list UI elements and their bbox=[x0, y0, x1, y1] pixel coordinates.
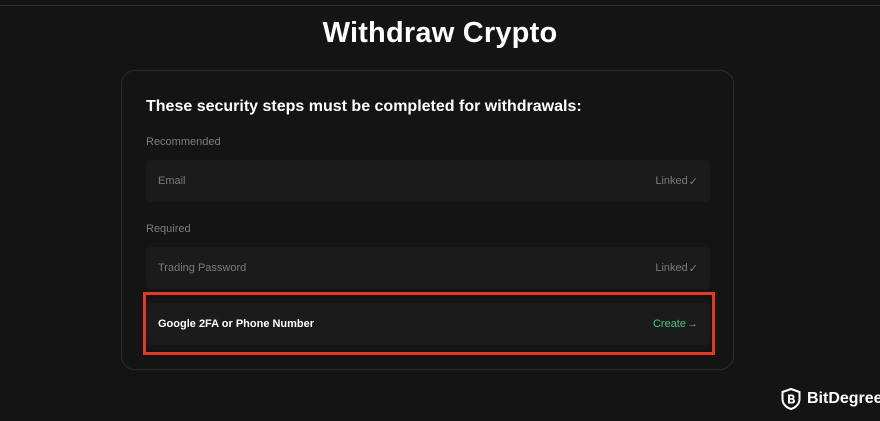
create-link-text: Create bbox=[652, 318, 686, 330]
top-divider bbox=[0, 5, 880, 6]
section-label-required: Required bbox=[146, 223, 191, 235]
check-icon: ✓ bbox=[688, 175, 698, 188]
linked-status: Linked ✓ bbox=[655, 262, 698, 275]
check-icon: ✓ bbox=[688, 262, 698, 275]
create-link[interactable]: Create → bbox=[653, 318, 698, 330]
bitdegree-watermark: BitDegree bbox=[781, 388, 880, 410]
security-steps-heading: These security steps must be completed f… bbox=[146, 98, 582, 115]
security-row-2fa-phone[interactable]: Google 2FA or Phone Number Create → bbox=[146, 303, 710, 345]
status-text: Linked bbox=[655, 262, 688, 274]
security-row-label: Trading Password bbox=[158, 262, 247, 274]
security-steps-card: These security steps must be completed f… bbox=[121, 70, 734, 370]
security-row-label: Google 2FA or Phone Number bbox=[158, 318, 315, 330]
section-label-recommended: Recommended bbox=[146, 136, 221, 148]
status-text: Linked bbox=[655, 175, 688, 187]
page-title: Withdraw Crypto bbox=[322, 17, 558, 49]
watermark-brand-text: BitDegree bbox=[807, 390, 880, 407]
security-row-label: Email bbox=[158, 175, 186, 187]
security-row-trading-password: Trading Password Linked ✓ bbox=[146, 247, 710, 289]
bitdegree-shield-icon bbox=[781, 388, 801, 410]
arrow-right-icon: → bbox=[687, 318, 698, 330]
security-row-email: Email Linked ✓ bbox=[146, 160, 710, 202]
linked-status: Linked ✓ bbox=[655, 175, 698, 188]
